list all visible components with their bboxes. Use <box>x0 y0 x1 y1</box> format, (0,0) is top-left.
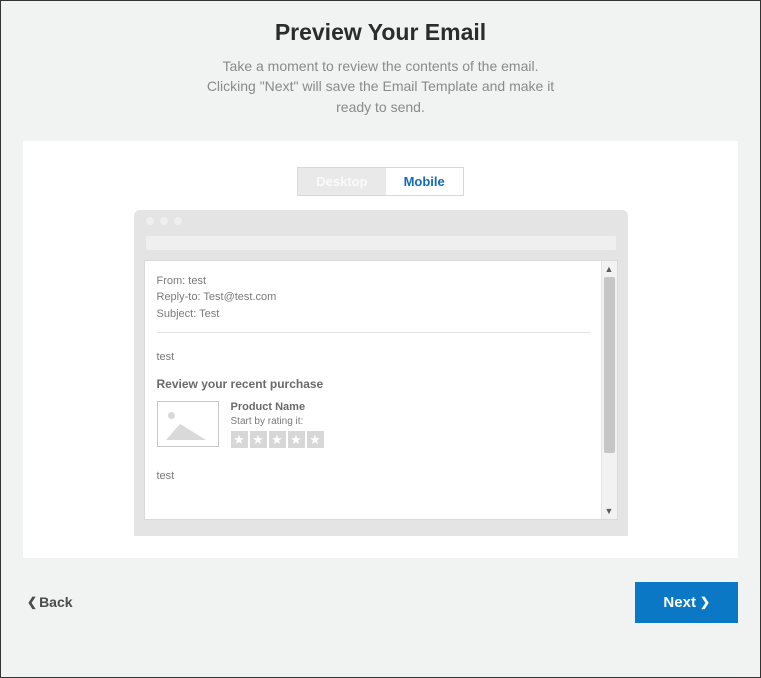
email-replyto: Reply-to: Test@test.com <box>157 289 591 306</box>
chevron-right-icon: ❯ <box>700 595 710 609</box>
email-subject: Subject: Test <box>157 306 591 323</box>
star-icon[interactable]: ★ <box>250 431 267 448</box>
star-rating[interactable]: ★★★★★ <box>231 431 591 448</box>
desc-line-1: Take a moment to review the contents of … <box>61 56 700 76</box>
window-dot-icon <box>146 217 154 225</box>
product-image-placeholder-icon <box>157 401 219 447</box>
browser-mock: From: test Reply-to: Test@test.com Subje… <box>134 210 628 536</box>
desc-line-3: ready to send. <box>61 97 700 117</box>
email-meta: From: test Reply-to: Test@test.com Subje… <box>157 273 591 323</box>
product-row: Product Name Start by rating it: ★★★★★ <box>157 401 591 448</box>
product-subtext: Start by rating it: <box>231 416 591 427</box>
review-heading: Review your recent purchase <box>157 377 591 391</box>
email-body-line: test <box>157 351 591 363</box>
preview-card: Desktop Mobile From: test Reply-to: Test… <box>23 141 738 558</box>
back-label: Back <box>39 594 72 610</box>
wizard-footer: ❮ Back Next ❯ <box>1 558 760 643</box>
page-title: Preview Your Email <box>61 19 700 46</box>
subject-value: Test <box>199 308 219 320</box>
window-dot-icon <box>174 217 182 225</box>
scrollbar[interactable]: ▲ ▼ <box>601 261 617 519</box>
tab-mobile[interactable]: Mobile <box>386 168 463 195</box>
next-label: Next <box>663 594 696 611</box>
tab-desktop[interactable]: Desktop <box>298 168 385 195</box>
email-preview-pane: From: test Reply-to: Test@test.com Subje… <box>144 260 618 520</box>
product-name: Product Name <box>231 401 591 413</box>
replyto-value: Test@test.com <box>203 291 276 303</box>
from-value: test <box>188 275 206 287</box>
scroll-thumb[interactable] <box>604 277 615 453</box>
page-description: Take a moment to review the contents of … <box>61 56 700 117</box>
divider <box>157 332 591 333</box>
email-body-cutoff: test <box>157 470 591 482</box>
star-icon[interactable]: ★ <box>307 431 324 448</box>
next-button[interactable]: Next ❯ <box>635 582 738 623</box>
email-from: From: test <box>157 273 591 290</box>
subject-label: Subject: <box>157 308 197 320</box>
back-button[interactable]: ❮ Back <box>23 588 77 616</box>
from-label: From: <box>157 275 186 287</box>
star-icon[interactable]: ★ <box>231 431 248 448</box>
desc-line-2: Clicking "Next" will save the Email Temp… <box>61 76 700 96</box>
scroll-up-icon[interactable]: ▲ <box>602 261 617 277</box>
star-icon[interactable]: ★ <box>288 431 305 448</box>
replyto-label: Reply-to: <box>157 291 201 303</box>
browser-urlbar <box>146 236 616 250</box>
browser-titlebar <box>134 210 628 232</box>
scroll-down-icon[interactable]: ▼ <box>602 503 617 519</box>
preview-tabs: Desktop Mobile <box>41 167 720 196</box>
chevron-left-icon: ❮ <box>27 595 37 609</box>
star-icon[interactable]: ★ <box>269 431 286 448</box>
window-dot-icon <box>160 217 168 225</box>
